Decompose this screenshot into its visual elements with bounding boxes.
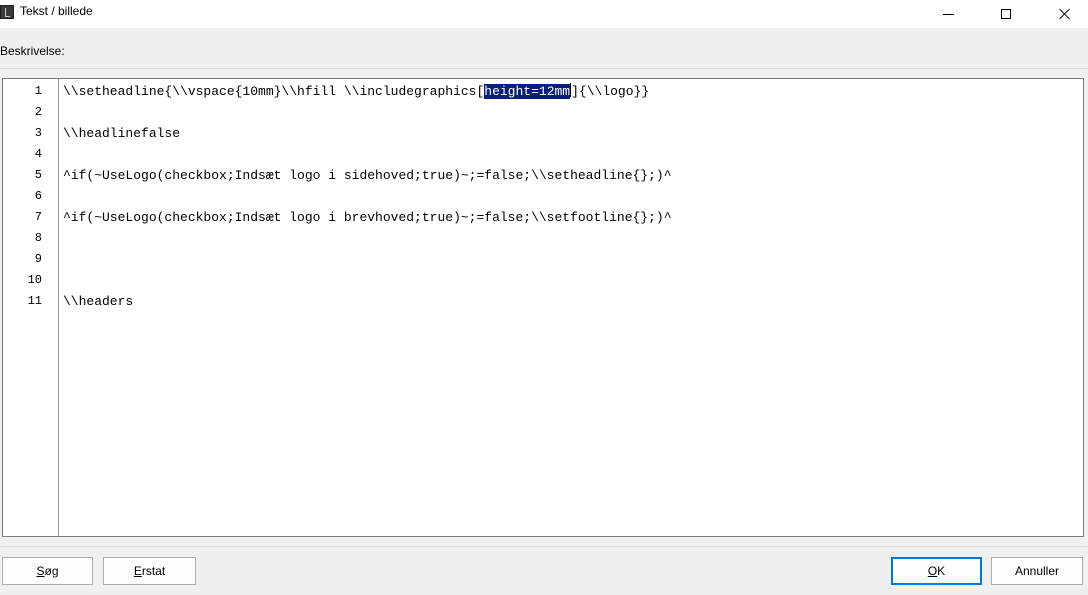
- line-number: 7: [34, 210, 42, 224]
- code-editor[interactable]: 1 2 3 4 5 6 7 8 9 10 11 \\setheadline{\\…: [2, 78, 1084, 537]
- line-number-gutter: 1 2 3 4 5 6 7 8 9 10 11: [3, 79, 59, 536]
- button-bar-divider: [0, 546, 1088, 547]
- close-icon: [1059, 8, 1071, 20]
- search-accel-key: S: [36, 564, 45, 578]
- line-number: 8: [34, 231, 42, 245]
- code-line[interactable]: \\headlinefalse: [63, 123, 180, 144]
- line-number: 1: [34, 84, 42, 98]
- line-number: 6: [34, 189, 42, 203]
- close-button[interactable]: [1042, 0, 1088, 28]
- code-line[interactable]: \\setheadline{\\vspace{10mm}\\hfill \\in…: [63, 81, 649, 102]
- description-label: Beskrivelse:: [0, 44, 65, 58]
- description-divider: [0, 68, 1088, 69]
- line-number: 2: [34, 105, 42, 119]
- line-number: 9: [34, 252, 42, 266]
- minimize-icon: [942, 13, 954, 15]
- ok-accel-key: O: [927, 564, 938, 578]
- search-button-label: øg: [44, 564, 59, 578]
- ok-button[interactable]: OK: [891, 557, 982, 585]
- code-text: \\setheadline{\\vspace{10mm}\\hfill \\in…: [63, 84, 485, 99]
- selected-text: height=12mm: [484, 84, 571, 99]
- replace-accel-key: E: [133, 564, 142, 578]
- dialog-window: Tekst / billede Beskrivelse: 1 2 3 4 5 6…: [0, 0, 1088, 595]
- ok-button-label: K: [937, 564, 946, 578]
- title-bar[interactable]: Tekst / billede: [0, 0, 1088, 28]
- line-number: 11: [27, 294, 42, 308]
- window-title: Tekst / billede: [20, 4, 93, 18]
- maximize-button[interactable]: [983, 0, 1029, 28]
- code-line[interactable]: ^if(~UseLogo(checkbox;Indsæt logo i side…: [63, 165, 672, 186]
- line-number: 5: [34, 168, 42, 182]
- cancel-button[interactable]: Annuller: [991, 557, 1083, 585]
- search-button[interactable]: Søg: [2, 557, 93, 585]
- replace-button-label: rstat: [141, 564, 166, 578]
- line-number: 4: [34, 147, 42, 161]
- code-line[interactable]: \\headers: [63, 291, 133, 312]
- code-line[interactable]: ^if(~UseLogo(checkbox;Indsæt logo i brev…: [63, 207, 672, 228]
- minimize-button[interactable]: [925, 0, 971, 28]
- app-document-icon: [0, 5, 14, 19]
- line-number: 10: [27, 273, 42, 287]
- maximize-icon: [1001, 9, 1011, 19]
- code-text: ]{\\logo}}: [571, 84, 650, 99]
- replace-button[interactable]: Erstat: [103, 557, 196, 585]
- line-number: 3: [34, 126, 42, 140]
